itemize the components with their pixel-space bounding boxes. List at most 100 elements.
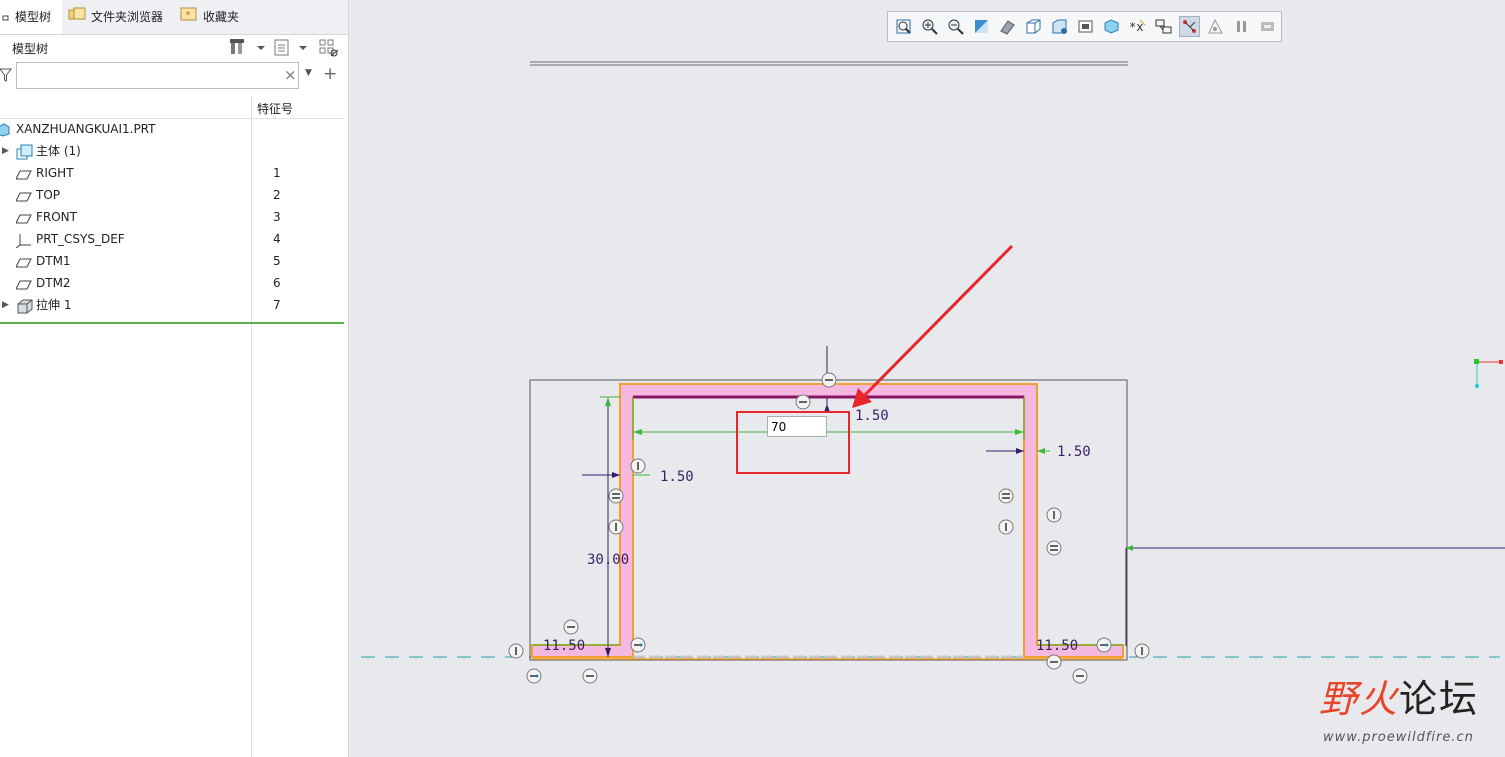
constraint-symbol[interactable]	[608, 519, 624, 535]
tree-item-number: 5	[273, 254, 281, 268]
right-flange-dimension[interactable]: 11.50	[1036, 638, 1123, 654]
annotation-arrow	[852, 244, 1014, 408]
favorites-icon: *	[180, 1, 198, 35]
watermark-forum: 论坛	[1399, 677, 1480, 721]
constraint-symbol[interactable]	[630, 637, 646, 653]
dim-right-flange: 11.50	[1036, 638, 1078, 654]
section-boundary	[529, 379, 1128, 661]
tree-item-number: 1	[273, 166, 281, 180]
tab-model-tree[interactable]: 模型树	[0, 0, 62, 34]
tree-item-label: PRT_CSYS_DEF	[36, 232, 125, 246]
insert-here-marker[interactable]	[0, 322, 344, 324]
tree-item-label: FRONT	[36, 210, 77, 224]
tree-item[interactable]: FRONT 3	[0, 206, 344, 228]
coordinate-system-icon	[1474, 359, 1503, 388]
column-header-row: 特征号	[0, 96, 344, 119]
pause-icon[interactable]	[1232, 17, 1251, 36]
constraint-symbol[interactable]	[582, 668, 598, 684]
constraint-symbol[interactable]	[998, 488, 1014, 504]
refit-icon[interactable]	[894, 17, 913, 36]
show-menu-icon[interactable]	[273, 38, 311, 56]
section-icon[interactable]	[1102, 17, 1121, 36]
tree-filter-icon[interactable]	[318, 38, 342, 57]
expand-arrow-icon[interactable]: ▶	[2, 140, 9, 162]
tree-search-input[interactable]	[16, 62, 299, 89]
constraint-symbol[interactable]	[1046, 507, 1062, 523]
tree-item[interactable]: ▶ 拉伸 1 7	[0, 294, 344, 316]
top-guide-line	[530, 61, 1128, 66]
top-thickness-dimension[interactable]: 1.50	[824, 397, 889, 424]
dimension-value-input[interactable]	[767, 416, 827, 437]
annotation-display-icon[interactable]	[1154, 17, 1173, 36]
left-flange-dimension[interactable]: 11.50	[532, 638, 620, 654]
filter-icon	[0, 68, 12, 85]
model-tree-panel: 模型树 文件夹浏览器 * 收藏夹 模型树 × ▼ + 特征号 XANZHUANG…	[0, 0, 349, 757]
clear-search-icon[interactable]: ×	[284, 66, 297, 84]
left-wall-dimension[interactable]: 1.50	[582, 469, 694, 485]
repaint-icon[interactable]	[972, 17, 991, 36]
svg-text:*: *	[185, 10, 191, 21]
tab-label: 收藏夹	[203, 10, 240, 24]
constraint-symbol[interactable]	[608, 488, 624, 504]
constraint-symbol[interactable]	[508, 643, 524, 659]
height-dimension[interactable]: 30.00	[587, 396, 629, 657]
constraint-symbol[interactable]	[526, 668, 542, 684]
constraint-symbol[interactable]	[1072, 668, 1088, 684]
tab-folder-browser[interactable]: 文件夹浏览器	[68, 0, 163, 34]
constraint-symbol[interactable]	[998, 519, 1014, 535]
right-wall-dimension[interactable]: 1.50	[986, 444, 1091, 460]
model-tree-icon	[2, 1, 10, 35]
chevron-down-icon[interactable]: ▼	[305, 68, 312, 78]
tree-item[interactable]: XANZHUANGKUAI1.PRT	[0, 118, 344, 140]
tree-item[interactable]: ▶ 主体 (1)	[0, 140, 344, 162]
constraint-symbol[interactable]	[563, 619, 579, 635]
tree-item-number: 2	[273, 188, 281, 202]
tree-item-label: RIGHT	[36, 166, 74, 180]
dim-height: 30.00	[587, 552, 629, 568]
tree-item[interactable]: RIGHT 1	[0, 162, 344, 184]
tree-title: 模型树	[12, 42, 49, 56]
panel-tabs: 模型树 文件夹浏览器 * 收藏夹	[0, 0, 348, 35]
zoom-in-icon[interactable]	[920, 17, 939, 36]
tree-item-label: XANZHUANGKUAI1.PRT	[16, 122, 156, 136]
tree-item[interactable]: DTM1 5	[0, 250, 344, 272]
watermark-url: www.proewildfire.cn	[1323, 730, 1474, 745]
zoom-out-icon[interactable]	[946, 17, 965, 36]
graphics-toolbar: *x	[887, 11, 1282, 42]
sketch-profile-fill[interactable]	[531, 383, 1124, 658]
view-manager-icon[interactable]	[1050, 17, 1069, 36]
constraint-symbol[interactable]	[1134, 643, 1150, 659]
constraint-symbol[interactable]	[630, 458, 646, 474]
datum-display-icon[interactable]: *x	[1128, 17, 1147, 36]
constraint-symbol[interactable]	[1046, 654, 1062, 670]
constraint-symbols[interactable]	[508, 372, 1150, 684]
extrude-icon	[16, 298, 34, 321]
tab-favorites[interactable]: * 收藏夹	[180, 0, 239, 34]
spin-center-icon[interactable]	[1206, 17, 1225, 36]
constraint-symbol[interactable]	[795, 394, 811, 410]
tab-label: 文件夹浏览器	[91, 10, 164, 24]
tree-item[interactable]: TOP 2	[0, 184, 344, 206]
constraint-symbol[interactable]	[821, 372, 837, 388]
constraint-symbol[interactable]	[1046, 540, 1062, 556]
tree-item-label: TOP	[36, 188, 61, 202]
dim-top-thickness: 1.50	[855, 408, 889, 424]
expand-arrow-icon[interactable]: ▶	[2, 294, 9, 316]
add-column-icon[interactable]: +	[323, 64, 337, 84]
constraint-symbol[interactable]	[1096, 637, 1112, 653]
saved-views-icon[interactable]	[1024, 17, 1043, 36]
dim-left-wall: 1.50	[660, 469, 694, 485]
watermark-brand: 野火	[1319, 677, 1400, 721]
tree-item[interactable]: PRT_CSYS_DEF 4	[0, 228, 344, 250]
folder-browser-icon	[68, 1, 86, 35]
forum-watermark: 野火论坛 www.proewildfire.cn	[1315, 668, 1500, 753]
column-header-feature-number[interactable]: 特征号	[257, 100, 293, 117]
perspective-icon[interactable]	[1076, 17, 1095, 36]
sketch-display-icon[interactable]	[1179, 16, 1200, 37]
width-dimension[interactable]	[632, 397, 1025, 440]
tree-item-label: 主体 (1)	[36, 144, 81, 158]
tree-item[interactable]: DTM2 6	[0, 272, 344, 294]
sketch-view-icon[interactable]	[1258, 17, 1277, 36]
display-style-icon[interactable]	[998, 17, 1017, 36]
settings-tools-icon[interactable]	[229, 38, 267, 56]
